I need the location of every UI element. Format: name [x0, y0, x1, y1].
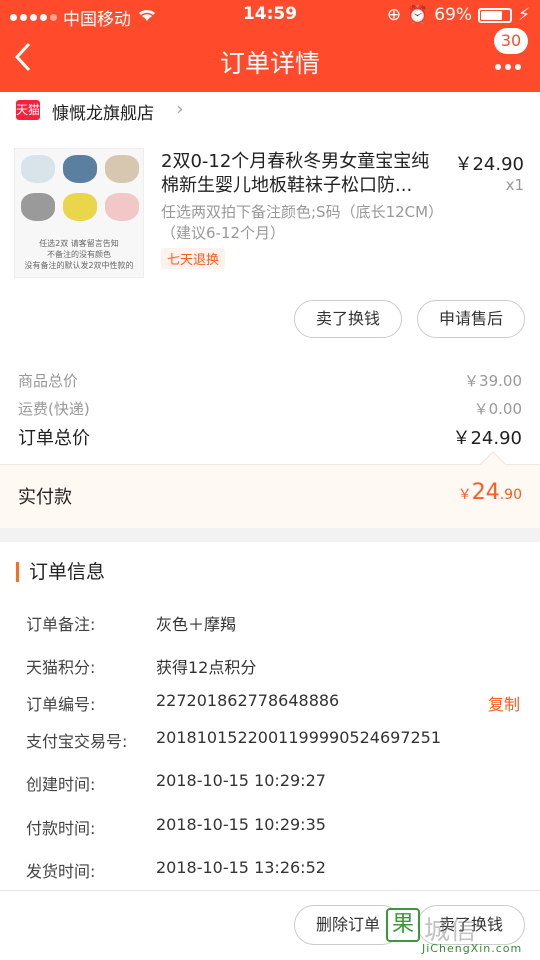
paid-value: ￥24.90	[458, 480, 522, 505]
more-button[interactable]	[494, 50, 522, 76]
paid-row: 实付款 ￥24.90	[0, 451, 540, 528]
chevron-right-icon: ›	[176, 98, 184, 120]
created-time-label: 创建时间:	[26, 775, 96, 794]
page-title: 订单详情	[219, 49, 320, 78]
copy-button[interactable]: 复制	[488, 691, 520, 715]
shipped-time-value: 2018-10-15 13:26:52	[156, 858, 326, 877]
header-bar: 中国移动 14:59 ⊕ ⏰ 69% ⚡ 订单详情 30	[0, 0, 540, 92]
product-card: 任选2双 请客留言告知 不备注的没有颜色 没有备注的默认发2双中性款的 2双0-…	[0, 128, 540, 348]
points-value: 获得12点积分	[156, 658, 257, 677]
bottom-action-bar: 删除订单 卖了换钱 果 城信 JiChengXin.com	[0, 890, 540, 960]
lock-rotation-icon: ⊕	[386, 5, 402, 25]
more-dots-icon	[495, 64, 521, 70]
paid-decimal: .90	[499, 487, 522, 503]
goods-total-label: 商品总价	[18, 372, 79, 390]
return-policy-badge: 七天退换	[161, 248, 226, 269]
points-label: 天猫积分:	[26, 658, 96, 677]
product-quantity: x1	[505, 176, 524, 194]
shipping-value: ￥0.00	[473, 400, 522, 418]
watermark-logo: 果 城信 JiChengXin.com	[386, 908, 536, 956]
product-title[interactable]: 2双0-12个月春秋冬男女童宝宝纯棉新生婴儿地板鞋袜子松口防...	[161, 150, 441, 198]
after-sale-button[interactable]: 申请售后	[417, 300, 525, 338]
product-thumbnail[interactable]: 任选2双 请客留言告知 不备注的没有颜色 没有备注的默认发2双中性款的	[14, 148, 144, 278]
store-row[interactable]: 天猫 慷慨龙旗舰店 ›	[0, 92, 540, 128]
tmall-icon: 天猫	[16, 100, 40, 120]
product-sku: 任选两双拍下备注颜色;S码（底长12CM）（建议6-12个月）	[161, 203, 436, 242]
paid-currency: ￥	[457, 487, 472, 503]
alarm-icon: ⏰	[407, 5, 429, 25]
order-total-value: ￥24.90	[452, 428, 522, 449]
order-note-label: 订单备注:	[26, 615, 96, 634]
alipay-value: 2018101522001199990524697251	[156, 728, 442, 747]
paid-time-label: 付款时间:	[26, 819, 96, 838]
order-info-section: 订单信息 订单备注: 灰色＋摩羯 天猫积分: 获得12点积分 订单编号: 227…	[0, 542, 540, 890]
order-total-label: 订单总价	[18, 428, 90, 449]
created-time-value: 2018-10-15 10:29:27	[156, 771, 326, 790]
order-number-value: 227201862778648886	[156, 691, 340, 710]
watermark-url: JiChengXin.com	[422, 942, 523, 955]
battery-icon	[478, 7, 513, 23]
store-name[interactable]: 慷慨龙旗舰店	[52, 99, 154, 124]
paid-time-value: 2018-10-15 10:29:35	[156, 815, 326, 834]
paid-label: 实付款	[18, 487, 72, 508]
order-info-heading: 订单信息	[16, 562, 105, 582]
sell-button[interactable]: 卖了换钱	[294, 300, 402, 338]
battery-percent: 69%	[434, 5, 473, 25]
watermark-box: 果	[386, 908, 420, 942]
shipped-time-label: 发货时间:	[26, 862, 96, 881]
price-summary: 商品总价 ￥39.00 运费(快递) ￥0.00 订单总价 ￥24.90	[0, 348, 540, 464]
shipping-label: 运费(快递)	[18, 400, 90, 418]
nav-bar: 订单详情 30	[0, 28, 540, 92]
thumbnail-caption: 任选2双 请客留言告知 不备注的没有颜色 没有备注的默认发2双中性款的	[24, 239, 134, 270]
product-price: ￥24.90	[454, 154, 524, 175]
paid-integer: 24	[471, 480, 500, 505]
charging-icon: ⚡	[518, 5, 530, 25]
goods-total-value: ￥39.00	[464, 372, 522, 390]
order-number-label: 订单编号:	[26, 695, 96, 714]
alipay-label: 支付宝交易号:	[26, 732, 128, 751]
order-note-value: 灰色＋摩羯	[156, 615, 237, 634]
status-bar: 中国移动 14:59 ⊕ ⏰ 69% ⚡	[0, 0, 540, 30]
